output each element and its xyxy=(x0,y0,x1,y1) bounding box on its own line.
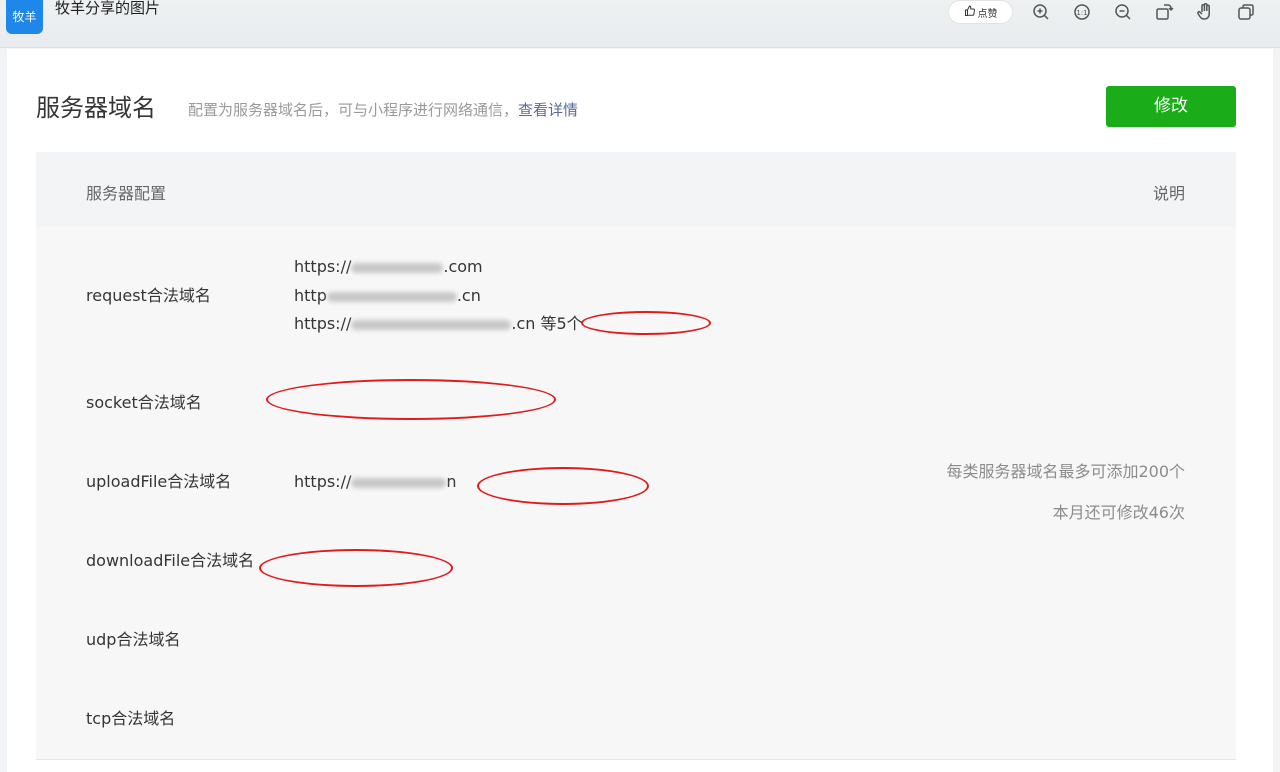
row-label-udp: udp合法域名 xyxy=(86,630,181,649)
hand-icon[interactable] xyxy=(1195,2,1215,22)
row-label-uploadfile: uploadFile合法域名 xyxy=(86,472,232,491)
request-domain-3: https://.cn 等5个 xyxy=(294,314,583,333)
annotation-circle-request xyxy=(581,311,711,335)
image-viewer-toolbar: 牧羊 牧羊分享的图片 点赞 1:1 xyxy=(0,0,1280,48)
like-button[interactable]: 点赞 xyxy=(948,0,1013,24)
zoom-in-icon[interactable] xyxy=(1031,2,1051,22)
svg-text:1:1: 1:1 xyxy=(1076,9,1087,17)
rotate-icon[interactable] xyxy=(1154,2,1174,22)
thumbs-up-icon xyxy=(964,4,976,20)
annotation-circle-downloadfile xyxy=(259,549,453,587)
app-badge: 牧羊 xyxy=(6,0,43,34)
request-domain-2: http .cn xyxy=(294,286,481,305)
like-label: 点赞 xyxy=(977,8,998,20)
server-config-table: 服务器配置 说明 request合法域名 https://.com http .c… xyxy=(36,152,1236,760)
copy-icon[interactable] xyxy=(1236,2,1256,22)
zoom-out-icon[interactable] xyxy=(1113,2,1133,22)
table-header: 服务器配置 说明 xyxy=(36,152,1236,227)
edit-button[interactable]: 修改 xyxy=(1106,86,1236,127)
note-remaining-edits: 本月还可修改46次 xyxy=(1052,503,1185,522)
row-label-request: request合法域名 xyxy=(86,286,211,305)
page-description: 配置为服务器域名后，可与小程序进行网络通信，查看详情 xyxy=(188,100,578,120)
server-domain-page: 服务器域名 配置为服务器域名后，可与小程序进行网络通信，查看详情 修改 服务器配… xyxy=(7,49,1273,772)
annotation-circle-uploadfile xyxy=(477,467,649,505)
annotation-circle-socket xyxy=(266,379,556,420)
row-label-tcp: tcp合法域名 xyxy=(86,709,176,728)
description-text: 配置为服务器域名后，可与小程序进行网络通信， xyxy=(188,101,519,119)
column-header-note: 说明 xyxy=(1152,184,1185,203)
uploadfile-domain-1: https://n xyxy=(294,472,457,491)
actual-size-icon[interactable]: 1:1 xyxy=(1072,2,1092,22)
request-domain-1: https://.com xyxy=(294,257,483,276)
page-title: 服务器域名 xyxy=(36,94,156,122)
note-max-domains: 每类服务器域名最多可添加200个 xyxy=(946,462,1185,481)
row-label-downloadfile: downloadFile合法域名 xyxy=(86,551,255,570)
column-header-config: 服务器配置 xyxy=(86,184,167,203)
details-link[interactable]: 查看详情 xyxy=(518,101,578,119)
row-label-socket: socket合法域名 xyxy=(86,393,202,412)
viewer-title: 牧羊分享的图片 xyxy=(55,0,161,17)
